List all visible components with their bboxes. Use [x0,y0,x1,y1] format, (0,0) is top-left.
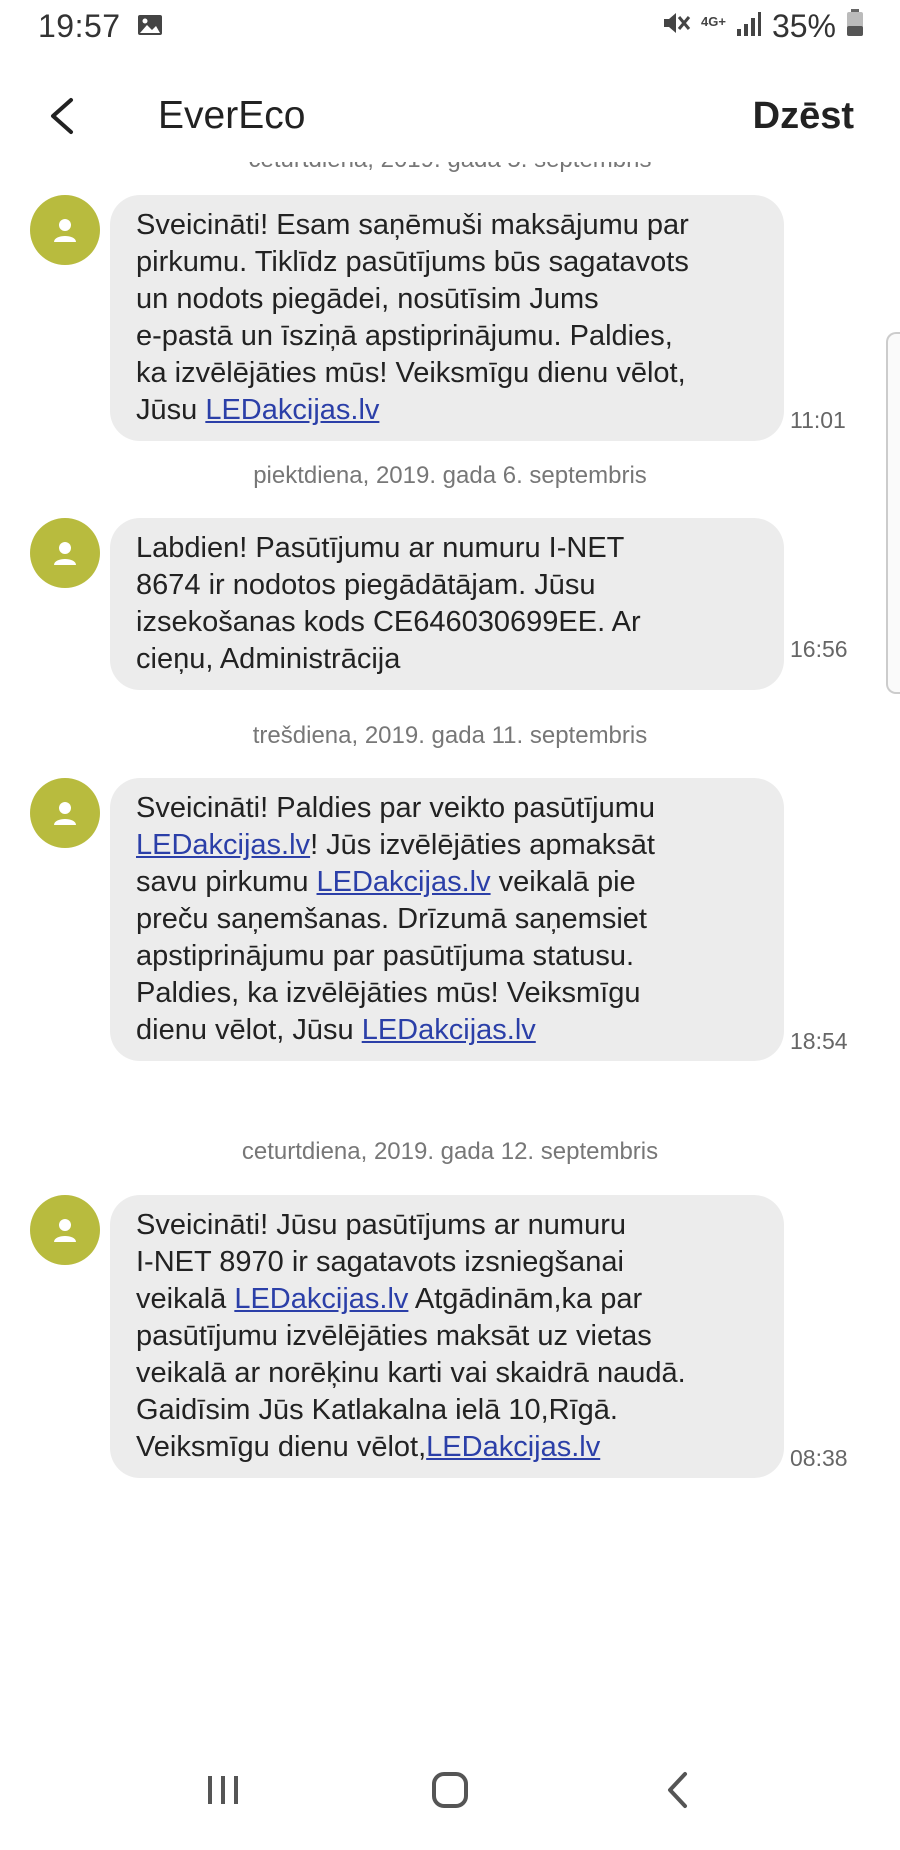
date-divider: piektdiena, 2019. gada 6. septembris [253,462,647,489]
back-button[interactable] [36,90,88,142]
message-time: 16:56 [790,636,848,662]
status-bar: 19:57 4G+ 35% [0,0,900,52]
recent-apps-button[interactable] [183,1750,263,1830]
message-bubble[interactable]: Sveicināti! Paldies par veikto pasūtījum… [110,778,784,1061]
home-button[interactable] [410,1750,490,1830]
message-text: veikalā [136,1283,235,1315]
date-divider: ceturtdiena, 2019. gada 5. septembris [0,162,900,174]
message-text: Jūsu [136,394,206,426]
message-bubble[interactable]: Sveicināti! Esam saņēmuši maksājumu par … [110,195,784,441]
person-icon [54,542,76,565]
message-text: ! Jūs izvēlējāties apmaksāt [310,829,655,861]
scroll-handle[interactable] [886,332,900,694]
message-bubble[interactable]: Labdien! Pasūtījumu ar numuru I-NET 8674… [110,518,784,690]
website-link[interactable]: LEDakcijas.lv [362,1014,536,1046]
conversation-list[interactable]: ceturtdiena, 2019. gada 5. septembris Sv… [0,162,900,1732]
website-link[interactable]: LEDakcijas.lv [234,1283,408,1315]
navigation-bar [0,1730,900,1850]
message-bubble[interactable]: Sveicināti! Jūsu pasūtījums ar numuru I-… [110,1195,784,1478]
contact-name: EverEco [158,94,306,137]
home-icon [431,1772,468,1808]
website-link[interactable]: LEDakcijas.lv [426,1431,600,1463]
message-line: LEDakcijas.lv! Jūs izvēlējāties apmaksāt [136,827,758,864]
message-time: 18:54 [790,1028,848,1054]
person-icon [54,1219,76,1242]
status-right: 4G+ 35% [661,8,864,45]
message-line: Veiksmīgu dienu vēlot,LEDakcijas.lv [136,1429,758,1466]
date-divider: trešdiena, 2019. gada 11. septembris [252,722,648,749]
message-text: veikalā pie [490,866,636,898]
message-line: un nodots piegādei, nosūtīsim Jums [136,283,599,315]
message-line: veikalā ar norēķinu karti vai skaidrā na… [136,1357,686,1389]
message-line: Gaidīsim Jūs Katlakalna ielā 10,Rīgā. [136,1394,618,1426]
message-line: Sveicināti! Paldies par veikto pasūtījum… [136,792,656,824]
network-type: 4G+ [701,13,726,29]
messages-screen: 19:57 4G+ 35% EverEco Dzēst cet [0,0,900,1850]
message-line: ka izvēlējāties mūs! Veiksmīgu dienu vēl… [136,357,686,389]
message-text: Atgādinām,ka par [408,1283,643,1315]
message-line: savu pirkumu LEDakcijas.lv veikalā pie [136,864,758,901]
signal-icon [736,8,762,45]
message-text: savu pirkumu [136,866,317,898]
message-time: 08:38 [790,1445,848,1471]
message-text: Veiksmīgu dienu vēlot, [136,1431,427,1463]
website-link[interactable]: LEDakcijas.lv [317,866,491,898]
message-line: Sveicināti! Esam saņēmuši maksājumu par [136,209,689,241]
arrow-left-icon [51,98,73,134]
status-time: 19:57 [38,7,121,44]
battery-percent: 35% [771,7,836,44]
website-link[interactable]: LEDakcijas.lv [136,829,310,861]
website-link[interactable]: LEDakcijas.lv [205,394,379,426]
image-icon [137,8,163,45]
avatar[interactable] [30,518,100,588]
message-line: preču saņemšanas. Drīzumā saņemsiet [136,903,647,935]
message-line: apstiprinājumu par pasūtījuma statusu. [136,940,635,972]
person-icon [54,802,76,825]
message-line: izsekošanas kods CE646030699EE. Ar [136,606,641,638]
message-line: Labdien! Pasūtījumu ar numuru I-NET [136,532,625,564]
app-header: EverEco Dzēst [0,70,900,162]
avatar[interactable] [30,1195,100,1265]
message-line: e-pastā un īsziņā apstiprinājumu. Paldie… [136,320,673,352]
message-text: dienu vēlot, Jūsu [136,1014,362,1046]
delete-button[interactable]: Dzēst [753,95,854,138]
message-line: veikalā LEDakcijas.lv Atgādinām,ka par [136,1281,758,1318]
recent-apps-icon [208,1776,239,1804]
avatar[interactable] [30,195,100,265]
message-line: Jūsu LEDakcijas.lv [136,392,758,429]
message-line: I-NET 8970 ir sagatavots izsniegšanai [136,1246,624,1278]
message-line: pasūtījumu izvēlējāties maksāt uz vietas [136,1320,652,1352]
message-line: pirkumu. Tiklīdz pasūtījums būs sagatavo… [136,246,689,278]
status-left: 19:57 [38,8,163,45]
message-line: 8674 ir nodotos piegādātājam. Jūsu [136,569,596,601]
battery-icon [846,8,864,45]
message-line: Sveicināti! Jūsu pasūtījums ar numuru [136,1209,626,1241]
message-line: Paldies, ka izvēlējāties mūs! Veiksmīgu [136,977,641,1009]
date-divider: ceturtdiena, 2019. gada 12. septembris [241,1138,659,1165]
message-time: 11:01 [790,407,846,433]
message-line: cieņu, Administrācija [136,643,401,675]
mute-icon [661,8,691,45]
message-line: dienu vēlot, Jūsu LEDakcijas.lv [136,1012,758,1049]
avatar[interactable] [30,778,100,848]
nav-back-button[interactable] [637,1750,717,1830]
person-icon [54,219,76,242]
chevron-left-icon [667,1772,687,1808]
